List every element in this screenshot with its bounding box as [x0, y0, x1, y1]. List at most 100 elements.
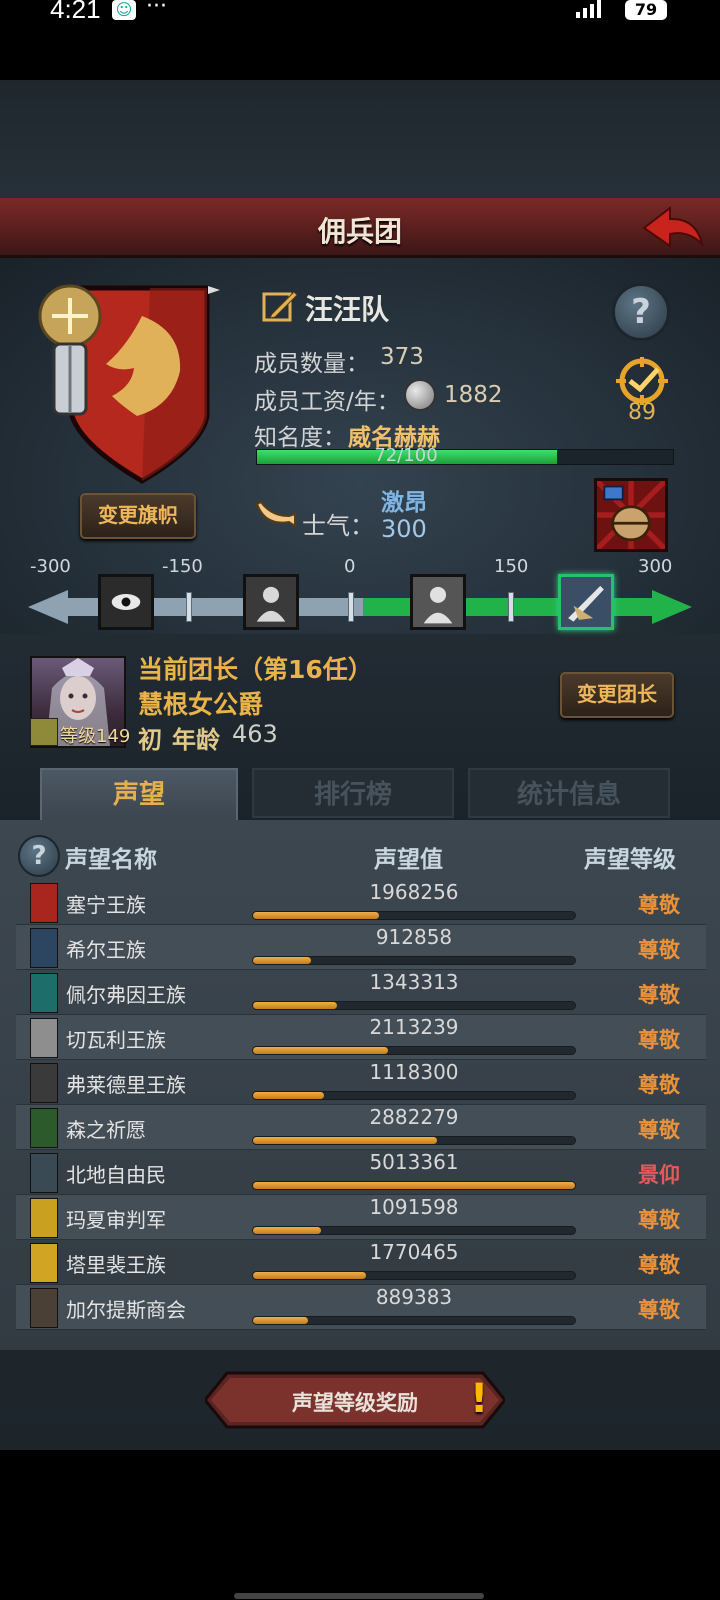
reputation-level: 尊敬 — [638, 1028, 680, 1052]
tab-leaderboard[interactable]: 排行榜 — [252, 768, 454, 818]
reputation-row[interactable]: 加尔提斯商会 889383 尊敬 — [16, 1285, 706, 1330]
leader-name: 慧根女公爵 — [138, 690, 264, 719]
reputation-row[interactable]: 塞宁王族 1968256 尊敬 — [16, 880, 706, 925]
faction-name: 切瓦利王族 — [66, 1028, 166, 1052]
reputation-level: 尊敬 — [638, 893, 680, 917]
leader-title: 当前团长（第16任） — [138, 655, 373, 684]
scale-tick-label: 150 — [494, 556, 529, 577]
morale-value: 300 — [381, 515, 427, 543]
faction-name: 森之祈愿 — [66, 1118, 146, 1142]
reputation-bar — [252, 1226, 576, 1235]
reputation-row[interactable]: 弗莱德里王族 1118300 尊敬 — [16, 1060, 706, 1105]
reputation-value: 2113239 — [369, 1015, 459, 1039]
alert-icon: ! — [470, 1376, 489, 1422]
scale-tick — [508, 592, 514, 622]
faction-name: 北地自由民 — [66, 1163, 166, 1187]
mood-inspired-icon — [558, 574, 614, 630]
more-notifications-icon: ··· — [146, 0, 167, 19]
signal-icon — [576, 0, 601, 18]
tab-statistics[interactable]: 统计信息 — [468, 768, 670, 818]
reputation-level: 景仰 — [638, 1163, 680, 1187]
tab-reputation[interactable]: 声望 — [40, 768, 238, 824]
faction-emblem-icon — [30, 1198, 58, 1238]
battery-icon: 79 — [625, 0, 667, 20]
mood-calm-icon — [410, 574, 466, 630]
reputation-row[interactable]: 佩尔弗因王族 1343313 尊敬 — [16, 970, 706, 1015]
reputation-bar — [252, 1001, 576, 1010]
wage-label: 成员工资/年： — [254, 389, 400, 415]
reputation-value: 2882279 — [369, 1105, 459, 1129]
status-time: 4:21 — [50, 0, 101, 24]
fame-progress-text: 72/100 — [374, 445, 438, 466]
morale-state: 激昂 — [381, 490, 427, 516]
status-bar: 4:21 ☺ ··· 79 — [0, 0, 720, 80]
faction-emblem-icon — [30, 1288, 58, 1328]
app-notification-icon: ☺ — [112, 0, 136, 20]
war-drum-icon[interactable] — [594, 478, 668, 552]
reputation-list: 塞宁王族 1968256 尊敬 希尔王族 912858 尊敬 佩尔弗因王族 1343313 尊敬… — [16, 880, 706, 1330]
reputation-level: 尊敬 — [638, 1208, 680, 1232]
reputation-bar-fill — [253, 1137, 437, 1144]
reputation-bar — [252, 1046, 576, 1055]
reputation-bar — [252, 1091, 576, 1100]
faction-emblem-icon — [30, 1243, 58, 1283]
scale-tick — [186, 592, 192, 622]
mood-panic-icon — [98, 574, 154, 630]
help-icon[interactable]: ? — [612, 283, 670, 341]
reputation-bar — [252, 1136, 576, 1145]
reputation-bar — [252, 956, 576, 965]
reputation-help-icon[interactable]: ? — [18, 835, 60, 877]
faction-name: 玛夏审判军 — [66, 1208, 166, 1232]
reputation-level: 尊敬 — [638, 938, 680, 962]
faction-emblem-icon — [30, 1153, 58, 1193]
reputation-bar-fill — [253, 1047, 389, 1054]
leader-age: 463 — [232, 720, 278, 748]
reputation-row[interactable]: 塔里裴王族 1770465 尊敬 — [16, 1240, 706, 1285]
scale-positive-fill — [363, 598, 668, 616]
change-leader-button[interactable]: 变更团长 — [560, 672, 674, 718]
reputation-level: 尊敬 — [638, 983, 680, 1007]
title-bar: 佣兵团 — [0, 198, 720, 258]
change-flag-button[interactable]: 变更旗帜 — [80, 493, 196, 539]
faction-name: 希尔王族 — [66, 938, 146, 962]
reputation-bar-fill — [253, 912, 379, 919]
page-title: 佣兵团 — [317, 215, 402, 248]
badge-value: 89 — [628, 400, 656, 425]
home-indicator[interactable] — [234, 1593, 484, 1599]
faction-name: 弗莱德里王族 — [66, 1073, 186, 1097]
class-icon — [30, 718, 58, 746]
reputation-bar-fill — [253, 957, 311, 964]
faction-emblem-icon — [30, 1063, 58, 1103]
reputation-reward-label: 声望等级奖励 — [292, 1391, 418, 1415]
faction-name: 塞宁王族 — [66, 893, 146, 917]
back-arrow-icon[interactable] — [640, 204, 706, 254]
faction-name: 加尔提斯商会 — [66, 1298, 186, 1322]
reputation-value: 1118300 — [369, 1060, 459, 1084]
reputation-level: 尊敬 — [638, 1253, 680, 1277]
reputation-bar-fill — [253, 1182, 575, 1189]
wage-value: 1882 — [444, 382, 503, 408]
reputation-row[interactable]: 森之祈愿 2882279 尊敬 — [16, 1105, 706, 1150]
reputation-bar — [252, 1181, 576, 1190]
faction-emblem-icon — [30, 883, 58, 923]
reputation-bar — [252, 911, 576, 920]
reputation-row[interactable]: 切瓦利王族 2113239 尊敬 — [16, 1015, 706, 1060]
scale-tick-label: -150 — [162, 556, 203, 577]
silver-coin-icon — [404, 379, 436, 411]
reputation-bar — [252, 1271, 576, 1280]
scale-tick-label: -300 — [30, 556, 71, 577]
reputation-row[interactable]: 北地自由民 5013361 景仰 — [16, 1150, 706, 1195]
reputation-value: 1968256 — [369, 880, 459, 904]
edit-name-icon[interactable] — [262, 288, 298, 324]
reputation-level: 尊敬 — [638, 1298, 680, 1322]
reputation-value: 1770465 — [369, 1240, 459, 1264]
reputation-bar-fill — [253, 1317, 308, 1324]
reputation-value: 912858 — [375, 925, 453, 949]
reputation-row[interactable]: 玛夏审判军 1091598 尊敬 — [16, 1195, 706, 1240]
faction-emblem-icon — [30, 1108, 58, 1148]
members-label: 成员数量： — [254, 351, 369, 377]
reputation-row[interactable]: 希尔王族 912858 尊敬 — [16, 925, 706, 970]
faction-emblem-icon — [30, 973, 58, 1013]
reputation-value: 5013361 — [369, 1150, 459, 1174]
morale-scale: -300 -150 0 150 300 — [28, 556, 692, 646]
